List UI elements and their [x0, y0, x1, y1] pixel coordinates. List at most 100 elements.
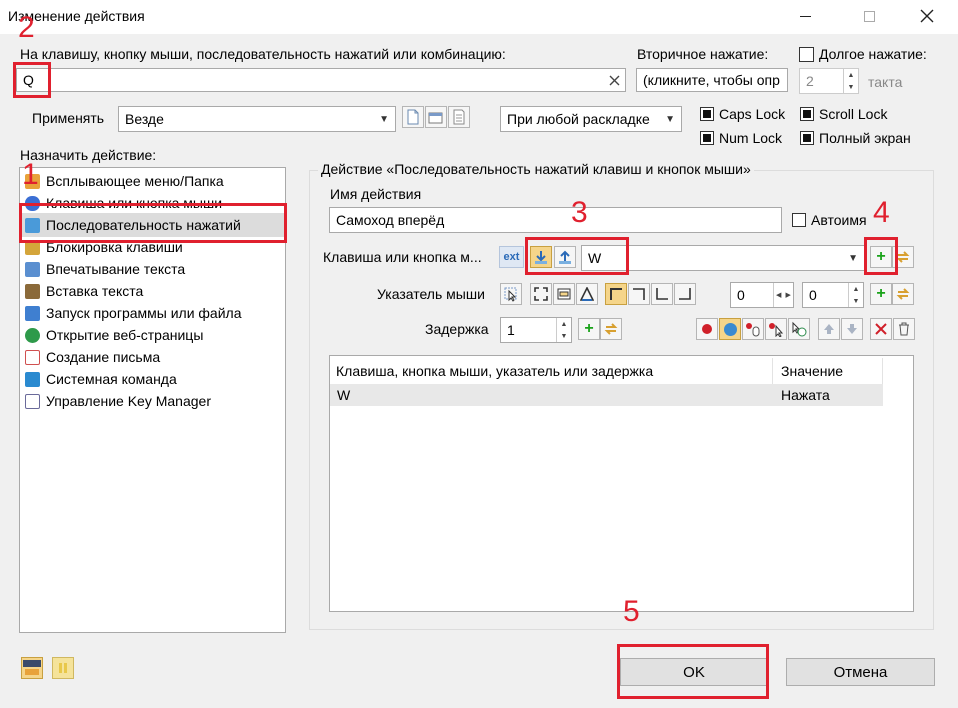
- fullscreen-checkbox[interactable]: Полный экран: [800, 130, 911, 146]
- pointer-y-value: 0: [809, 287, 817, 303]
- trash-icon: [899, 322, 909, 336]
- num-lock-check: [700, 131, 714, 145]
- apply-select[interactable]: Везде ▼: [118, 106, 396, 132]
- tact-spinner[interactable]: 2 ▲ ▼: [799, 68, 859, 94]
- chevron-down-icon: ▼: [665, 113, 675, 125]
- hotkey-input[interactable]: Q: [16, 68, 626, 92]
- key-manager-icon: [25, 393, 40, 409]
- minimize-button[interactable]: [782, 0, 828, 32]
- new-window-button[interactable]: [402, 106, 424, 128]
- list-item-run-program[interactable]: Запуск программы или файла: [25, 302, 242, 324]
- autoname-checkbox[interactable]: Автоимя: [792, 212, 867, 228]
- list-item-key-manager[interactable]: Управление Key Manager: [25, 390, 211, 412]
- pick-pointer-button[interactable]: [500, 283, 522, 305]
- record-button[interactable]: [696, 318, 718, 340]
- list-item-system-command[interactable]: Системная команда: [25, 368, 177, 390]
- window-list-button[interactable]: [448, 106, 470, 128]
- annotation-box-5: [617, 644, 769, 699]
- delete-step-button[interactable]: [870, 318, 892, 340]
- pointer-control-button[interactable]: [576, 283, 598, 305]
- pointer-y-spinner[interactable]: 0 ▲ ▼: [802, 282, 864, 308]
- add-delay-button[interactable]: +: [578, 318, 600, 340]
- secondary-press-label: Вторичное нажатие:: [637, 46, 769, 62]
- record-delay-button[interactable]: [788, 318, 810, 340]
- pause-button[interactable]: [52, 657, 74, 679]
- maximize-icon: [863, 10, 875, 22]
- annotation-box-2: [13, 62, 51, 98]
- list-item-label: Всплывающее меню/Папка: [46, 173, 224, 189]
- corner-top-right-icon: [633, 288, 645, 300]
- delay-spinner[interactable]: 1 ▲ ▼: [500, 317, 572, 343]
- caps-lock-label: Caps Lock: [719, 106, 786, 122]
- caps-lock-checkbox[interactable]: Caps Lock: [700, 106, 785, 122]
- column-header-value[interactable]: Значение: [775, 358, 883, 384]
- delay-spin-buttons[interactable]: ▲ ▼: [556, 318, 571, 342]
- cancel-button[interactable]: Отмена: [786, 658, 935, 686]
- clear-all-button[interactable]: [893, 318, 915, 340]
- list-item-label: Открытие веб-страницы: [46, 327, 204, 343]
- record-icon: [702, 324, 712, 334]
- record-web-button[interactable]: [719, 318, 741, 340]
- record-mouse-button[interactable]: [742, 318, 764, 340]
- anchor-top-left-button[interactable]: [605, 283, 627, 305]
- pointer-x-value: 0: [737, 287, 745, 303]
- pointer-x-spinner[interactable]: 0 ◀ ▶: [730, 282, 794, 308]
- replace-icon: [896, 288, 910, 300]
- minimize-icon: [799, 15, 811, 17]
- apply-label: Применять: [32, 110, 105, 126]
- column-header-key[interactable]: Клавиша, кнопка мыши, указатель или заде…: [330, 358, 773, 384]
- tact-spin-buttons[interactable]: ▲ ▼: [843, 69, 858, 93]
- pointer-screen-button[interactable]: [530, 283, 552, 305]
- move-down-button[interactable]: [841, 318, 863, 340]
- record-pointer-button[interactable]: [765, 318, 787, 340]
- pick-window-button[interactable]: [425, 106, 447, 128]
- replace-pointer-button[interactable]: [892, 283, 914, 305]
- scroll-lock-check: [800, 107, 814, 121]
- mail-icon: [25, 349, 40, 365]
- record-pointer-icon: [769, 323, 784, 337]
- anchor-bottom-left-button[interactable]: [651, 283, 673, 305]
- add-pointer-button[interactable]: +: [870, 283, 892, 305]
- layout-select[interactable]: При любой раскладке ▼: [500, 106, 682, 132]
- long-press-checkbox[interactable]: Долгое нажатие:: [799, 46, 927, 62]
- steps-table[interactable]: Клавиша, кнопка мыши, указатель или заде…: [329, 355, 914, 612]
- table-row[interactable]: W Нажата: [330, 384, 883, 406]
- list-item-label: Впечатывание текста: [46, 261, 186, 277]
- cell-value: Нажата: [781, 387, 830, 403]
- replace-delay-button[interactable]: [600, 318, 622, 340]
- list-item-create-mail[interactable]: Создание письма: [25, 346, 160, 368]
- anchor-bottom-right-button[interactable]: [674, 283, 696, 305]
- list-item-label: Управление Key Manager: [46, 393, 211, 409]
- annotation-box-4: [864, 237, 898, 275]
- num-lock-checkbox[interactable]: Num Lock: [700, 130, 782, 146]
- scroll-lock-checkbox[interactable]: Scroll Lock: [800, 106, 887, 122]
- move-up-button[interactable]: [818, 318, 840, 340]
- globe-icon: [723, 322, 737, 336]
- list-item-paste-text[interactable]: Вставка текста: [25, 280, 143, 302]
- pointer-x-arrows[interactable]: ◀ ▶: [773, 283, 793, 307]
- annotation-number-3: 3: [571, 196, 588, 229]
- cancel-label: Отмена: [833, 663, 888, 681]
- ext-button[interactable]: ext: [499, 246, 524, 268]
- maximize-button[interactable]: [846, 0, 892, 32]
- anchor-top-right-button[interactable]: [628, 283, 650, 305]
- secondary-press-input[interactable]: (кликните, чтобы опр: [636, 68, 788, 92]
- um-button[interactable]: [21, 657, 43, 679]
- close-button[interactable]: [904, 0, 950, 32]
- action-name-value: Самоход вперёд: [336, 212, 445, 228]
- hotkey-label: На клавишу, кнопку мыши, последовательно…: [20, 46, 506, 62]
- window-picker-icon: [428, 112, 443, 124]
- list-item-type-text[interactable]: Впечатывание текста: [25, 258, 185, 280]
- delete-x-icon: [875, 323, 887, 335]
- pointer-window-button[interactable]: [553, 283, 575, 305]
- arrow-up-icon: [824, 324, 834, 334]
- list-item-open-web[interactable]: Открытие веб-страницы: [25, 324, 203, 346]
- tact-label: такта: [868, 74, 903, 90]
- list-item-popup-menu[interactable]: Всплывающее меню/Папка: [25, 170, 224, 192]
- new-document-icon: [407, 109, 419, 125]
- annotation-box-3: [525, 237, 629, 275]
- clear-hotkey-button[interactable]: [605, 71, 623, 89]
- delay-value: 1: [507, 322, 515, 338]
- action-name-input[interactable]: Самоход вперёд: [329, 207, 782, 233]
- pointer-y-arrows[interactable]: ▲ ▼: [848, 283, 863, 307]
